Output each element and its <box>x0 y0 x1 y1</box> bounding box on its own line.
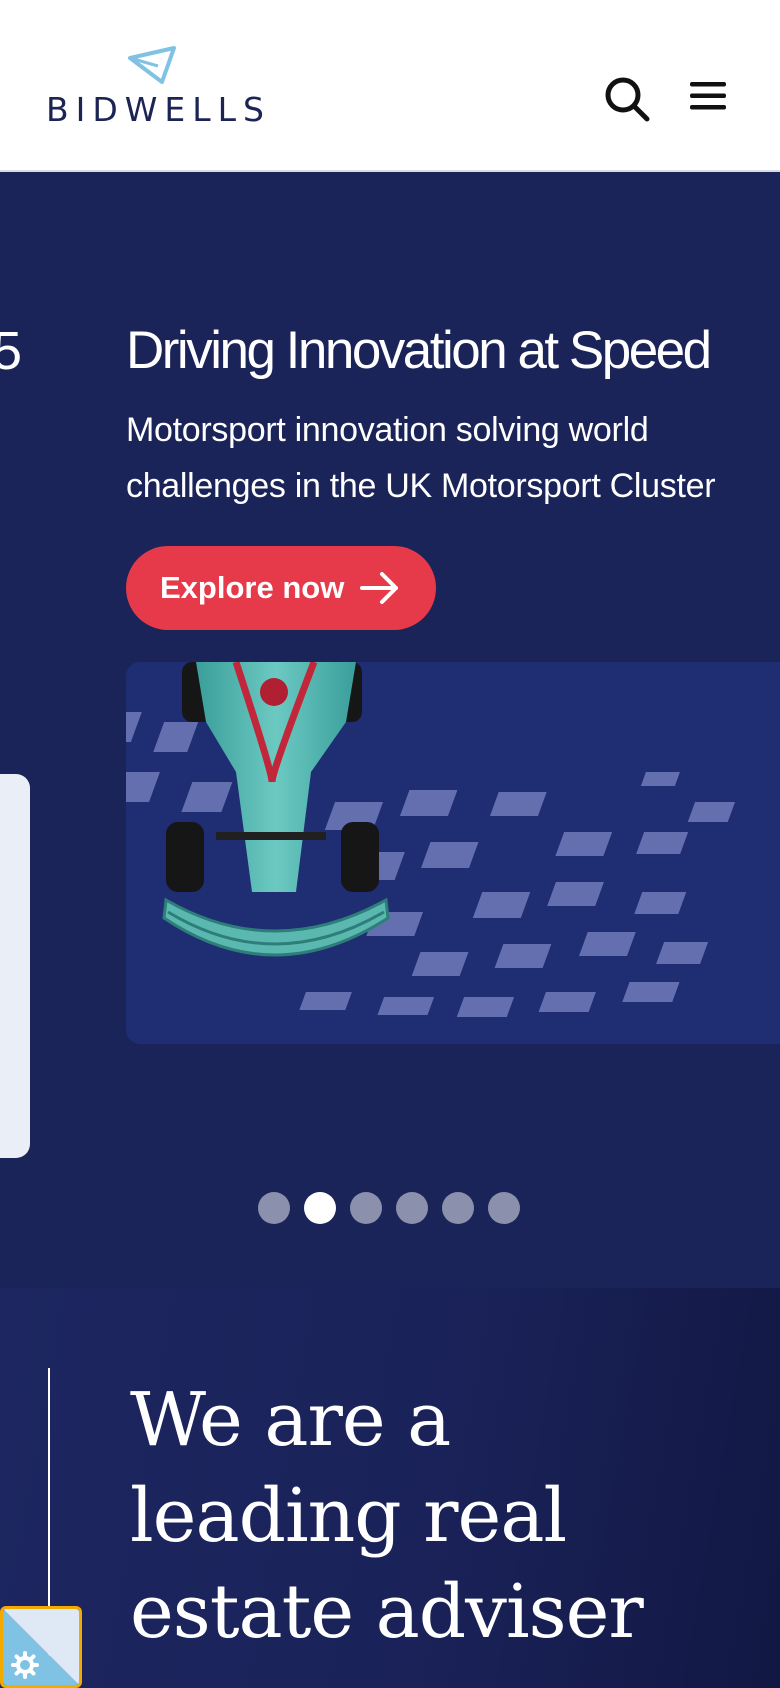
arrow-right-icon <box>360 572 398 604</box>
slide-title: Driving Innovation at Speed <box>126 321 712 380</box>
previous-slide-title-fragment: 5 <box>0 321 22 381</box>
carousel-pagination <box>258 1192 520 1226</box>
race-car-illustration <box>126 662 736 1017</box>
about-heading-line: estate adviser <box>130 1569 644 1655</box>
cookie-settings-button[interactable] <box>0 1606 82 1688</box>
carousel-dot-4[interactable] <box>396 1192 428 1224</box>
carousel-dot-6[interactable] <box>488 1192 520 1224</box>
menu-icon <box>690 82 726 110</box>
bidwells-logo[interactable]: BIDWELLS <box>46 46 286 129</box>
carousel-dot-1[interactable] <box>258 1192 290 1224</box>
carousel-dot-5[interactable] <box>442 1192 474 1224</box>
paper-plane-triangle-icon <box>128 46 176 84</box>
logo-wordmark: BIDWELLS <box>46 90 271 129</box>
explore-now-button[interactable]: Explore now <box>126 546 436 630</box>
site-header: BIDWELLS <box>0 0 780 172</box>
search-button[interactable] <box>604 76 650 122</box>
about-heading-line: We are a <box>130 1377 451 1463</box>
explore-now-label: Explore now <box>160 570 345 605</box>
hero-carousel[interactable]: 5 Driving Innovation at Speed Motorsport… <box>0 172 780 1288</box>
carousel-dot-2-active[interactable] <box>304 1192 336 1224</box>
about-heading: We are a leading real estate adviser <box>130 1372 730 1660</box>
about-section: We are a leading real estate adviser <box>0 1288 780 1688</box>
slide-subtitle: Motorsport innovation solving world chal… <box>126 411 716 505</box>
carousel-dot-3[interactable] <box>350 1192 382 1224</box>
cookie-settings-graphic <box>3 1609 79 1685</box>
about-heading-line: leading real <box>130 1473 567 1559</box>
search-icon <box>605 77 650 122</box>
previous-slide-image[interactable] <box>0 774 30 1158</box>
menu-button[interactable] <box>686 78 730 114</box>
slide-image-race-car <box>126 662 780 1044</box>
